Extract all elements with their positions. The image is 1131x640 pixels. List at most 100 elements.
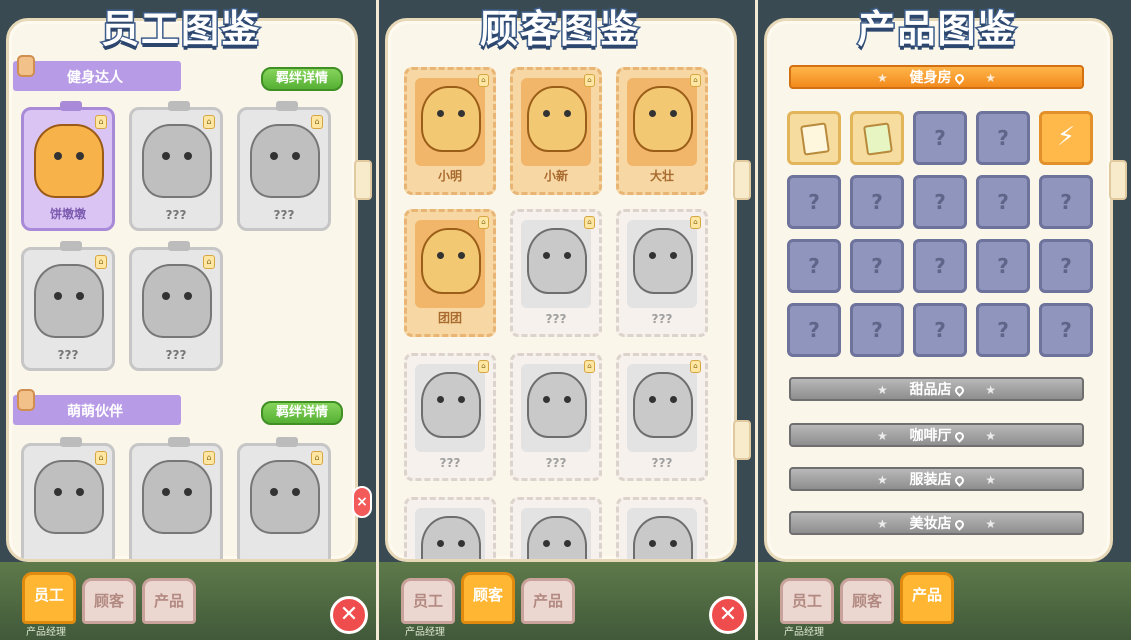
hamster-portrait xyxy=(633,228,693,294)
side-tab[interactable] xyxy=(354,160,372,200)
page-title: 员工图鉴 xyxy=(99,6,261,53)
staff-card[interactable]: ⌂ xyxy=(237,437,331,559)
customer-card[interactable]: ⌂ ??? xyxy=(404,353,496,481)
staff-name: 饼墩墩 xyxy=(49,207,86,221)
shop-ribbon-cafe[interactable]: ★ 咖啡厅 ★ xyxy=(789,423,1084,447)
staff-card[interactable]: ⌂ ??? xyxy=(129,101,223,231)
tab-customers[interactable]: 顾客 xyxy=(82,578,136,624)
lock-icon: ⌂ xyxy=(203,255,215,269)
customer-card[interactable] xyxy=(510,497,602,559)
hamster-portrait xyxy=(633,372,693,438)
hamster-portrait xyxy=(142,460,212,534)
bond-details-button[interactable]: 羁绊详情 xyxy=(261,67,343,91)
customer-card[interactable]: ⌂ 大壮 xyxy=(616,67,708,195)
staff-card[interactable]: ⌂ 饼墩墩 xyxy=(21,101,115,231)
star-icon: ★ xyxy=(877,429,888,443)
clipboard-icon xyxy=(800,122,830,156)
lock-icon: ⌂ xyxy=(203,451,215,465)
staff-name: ??? xyxy=(165,208,187,222)
bond-details-button[interactable]: 羁绊详情 xyxy=(261,401,343,425)
staff-card[interactable]: ⌂ ??? xyxy=(237,101,331,231)
customer-card[interactable]: ⌂ ??? xyxy=(616,353,708,481)
hamster-portrait xyxy=(34,124,104,198)
staff-card[interactable]: ⌂ ??? xyxy=(21,241,115,371)
customer-card[interactable] xyxy=(616,497,708,559)
product-card-frame: ★ 健身房 ★ ⚡ xyxy=(764,18,1113,562)
product-tile-locked[interactable] xyxy=(913,303,967,357)
tab-products[interactable]: 产品 xyxy=(521,578,575,624)
product-tile-locked[interactable] xyxy=(976,175,1030,229)
shop-ribbon-beauty[interactable]: ★ 美妆店 ★ xyxy=(789,511,1084,535)
hamster-portrait xyxy=(142,124,212,198)
hamster-portrait xyxy=(527,228,587,294)
close-button[interactable]: ✕ xyxy=(330,596,368,634)
customer-card[interactable] xyxy=(404,497,496,559)
hamster-portrait xyxy=(34,460,104,534)
staff-name: ??? xyxy=(165,348,187,362)
customer-card[interactable]: ⌂ ??? xyxy=(510,209,602,337)
product-tile-locked[interactable] xyxy=(976,239,1030,293)
product-tile-locked[interactable] xyxy=(850,303,904,357)
product-tile-locked[interactable] xyxy=(850,239,904,293)
hamster-portrait xyxy=(527,372,587,438)
product-tile-locked[interactable] xyxy=(913,175,967,229)
product-tile-locked[interactable] xyxy=(787,303,841,357)
customer-card[interactable]: ⌂ 团团 xyxy=(404,209,496,337)
clip-icon xyxy=(17,55,35,77)
bottom-bar: 员工 顾客 产品 产品经理 ✕ xyxy=(0,562,376,640)
staff-card[interactable]: ⌂ xyxy=(129,437,223,559)
tab-staff[interactable]: 员工 xyxy=(780,578,834,624)
staff-card-frame: 健身达人 羁绊详情 ⌂ 饼墩墩 ⌂ ??? ⌂ ??? ⌂ ??? ⌂ ??? … xyxy=(6,18,358,562)
product-tile[interactable] xyxy=(850,111,904,165)
side-tab[interactable] xyxy=(1109,160,1127,200)
product-tile-locked[interactable] xyxy=(787,175,841,229)
section-ribbon-fitness: 健身达人 xyxy=(13,55,181,91)
tab-customers[interactable]: 顾客 xyxy=(461,572,515,624)
product-tile-locked[interactable] xyxy=(1039,239,1093,293)
tab-customers[interactable]: 顾客 xyxy=(840,578,894,624)
product-tile-locked[interactable] xyxy=(850,175,904,229)
hamster-portrait xyxy=(633,516,693,559)
product-tile-locked[interactable] xyxy=(913,239,967,293)
staff-collection-panel: 健身达人 羁绊详情 ⌂ 饼墩墩 ⌂ ??? ⌂ ??? ⌂ ??? ⌂ ??? … xyxy=(0,0,376,640)
customer-collection-panel: ⌂ 小明 ⌂ 小新 ⌂ 大壮 ⌂ 团团 ⌂ ??? ⌂ ??? ⌂ ??? ⌂ … xyxy=(379,0,755,640)
lock-icon: ⌂ xyxy=(95,255,107,269)
product-tile-locked[interactable] xyxy=(1039,303,1093,357)
customer-card-frame: ⌂ 小明 ⌂ 小新 ⌂ 大壮 ⌂ 团团 ⌂ ??? ⌂ ??? ⌂ ??? ⌂ … xyxy=(385,18,737,562)
shop-ribbon-gym[interactable]: ★ 健身房 ★ xyxy=(789,65,1084,89)
customer-name: ??? xyxy=(439,456,461,470)
customer-card[interactable]: ⌂ ??? xyxy=(616,209,708,337)
tab-staff[interactable]: 员工 xyxy=(22,572,76,624)
hook-icon xyxy=(276,101,298,111)
lock-icon: ⌂ xyxy=(690,216,701,229)
shop-ribbon-clothing[interactable]: ★ 服装店 ★ xyxy=(789,467,1084,491)
location-icon xyxy=(952,429,966,443)
customer-card[interactable]: ⌂ 小新 xyxy=(510,67,602,195)
tab-products[interactable]: 产品 xyxy=(900,572,954,624)
product-tile-locked[interactable] xyxy=(787,239,841,293)
customer-name: ??? xyxy=(545,312,567,326)
customer-card[interactable]: ⌂ ??? xyxy=(510,353,602,481)
customer-name: 小明 xyxy=(437,169,462,183)
customer-name: ??? xyxy=(651,312,673,326)
product-tile[interactable] xyxy=(787,111,841,165)
staff-name: ??? xyxy=(57,348,79,362)
lightning-icon[interactable]: ⚡ xyxy=(1039,111,1093,165)
customer-card[interactable]: ⌂ 小明 xyxy=(404,67,496,195)
product-tile-locked[interactable] xyxy=(1039,175,1093,229)
product-tile-locked[interactable] xyxy=(976,111,1030,165)
side-tab[interactable] xyxy=(733,420,751,460)
product-collection-panel: ★ 健身房 ★ ⚡ xyxy=(758,0,1131,640)
staff-card[interactable]: ⌂ xyxy=(21,437,115,559)
product-tile-locked[interactable] xyxy=(976,303,1030,357)
shop-ribbon-dessert[interactable]: ★ 甜品店 ★ xyxy=(789,377,1084,401)
bottom-label: 产品经理 xyxy=(784,627,824,638)
product-tile-locked[interactable] xyxy=(913,111,967,165)
staff-card[interactable]: ⌂ ??? xyxy=(129,241,223,371)
tab-products[interactable]: 产品 xyxy=(142,578,196,624)
side-tab[interactable] xyxy=(733,160,751,200)
bottom-label: 产品经理 xyxy=(26,627,66,638)
close-icon[interactable]: × xyxy=(352,486,372,518)
tab-staff[interactable]: 员工 xyxy=(401,578,455,624)
close-button[interactable]: ✕ xyxy=(709,596,747,634)
